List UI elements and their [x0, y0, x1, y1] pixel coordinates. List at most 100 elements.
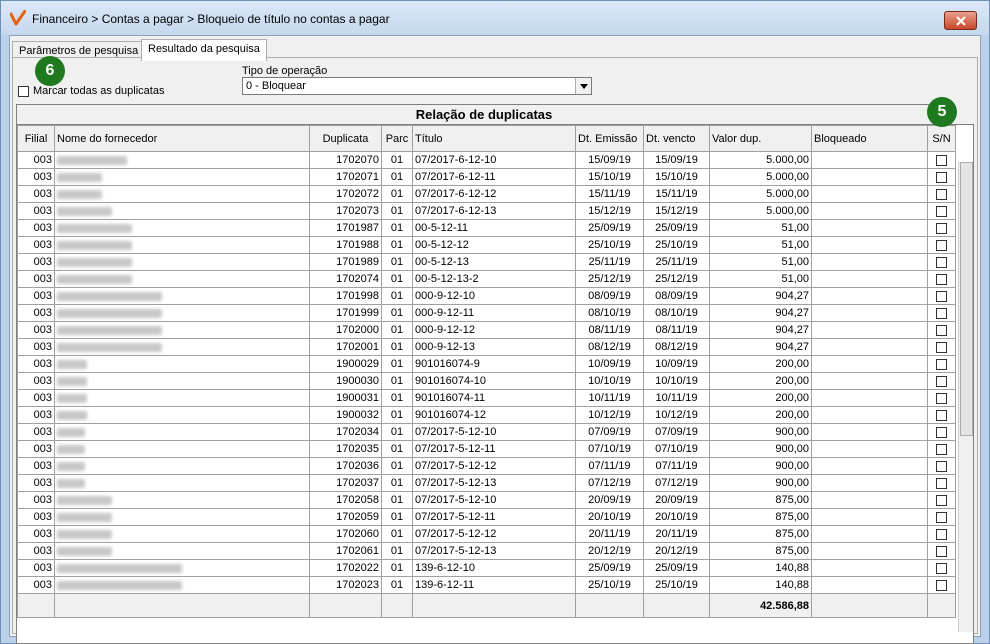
tab-resultado[interactable]: Resultado da pesquisa: [141, 39, 267, 61]
col-parc[interactable]: Parc: [381, 125, 413, 152]
table-row[interactable]: 003 1900032 01 901016074-12 10/12/19 10/12/19…: [17, 406, 956, 424]
col-sn[interactable]: S/N: [927, 125, 956, 152]
row-checkbox[interactable]: [936, 511, 947, 523]
table-row[interactable]: 003 1702061 01 07/2017-5-12-13 20/12/19 20/12…: [17, 542, 956, 560]
row-checkbox[interactable]: [936, 494, 947, 506]
row-checkbox[interactable]: [936, 205, 947, 217]
row-checkbox[interactable]: [936, 171, 947, 183]
row-checkbox[interactable]: [936, 477, 947, 489]
table-row[interactable]: 003 1701999 01 000-9-12-11 08/10/19 08/10/19 9…: [17, 304, 956, 322]
row-checkbox[interactable]: [936, 290, 947, 302]
row-checkbox[interactable]: [936, 545, 947, 557]
table-row[interactable]: 003 1702059 01 07/2017-5-12-11 20/10/19 20/10…: [17, 508, 956, 526]
col-fornecedor[interactable]: Nome do fornecedor: [54, 125, 310, 152]
table-row[interactable]: 003 1702060 01 07/2017-5-12-12 20/11/19 20/11…: [17, 525, 956, 543]
cell-bloqueado: [811, 576, 928, 594]
cell-duplicata: 1702035: [309, 440, 382, 458]
cell-dt-emissao: 10/09/19: [575, 355, 644, 373]
table-row[interactable]: 003 1900031 01 901016074-11 10/11/19 10/11/19…: [17, 389, 956, 407]
table-row[interactable]: 003 1702073 01 07/2017-6-12-13 15/12/19 15/12…: [17, 202, 956, 220]
cell-duplicata: 1900030: [309, 372, 382, 390]
row-checkbox[interactable]: [936, 273, 947, 285]
row-checkbox[interactable]: [936, 358, 947, 370]
cell-fornecedor: [54, 474, 310, 492]
cell-fornecedor: [54, 440, 310, 458]
table-row[interactable]: 003 1702036 01 07/2017-5-12-12 07/11/19 07/11…: [17, 457, 956, 475]
col-dt-vencto[interactable]: Dt. vencto: [643, 125, 710, 152]
table-row[interactable]: 003 1702000 01 000-9-12-12 08/11/19 08/11/19 9…: [17, 321, 956, 339]
vertical-scrollbar[interactable]: [958, 162, 973, 632]
row-checkbox[interactable]: [936, 188, 947, 200]
row-checkbox[interactable]: [936, 562, 947, 574]
col-bloqueado[interactable]: Bloqueado: [811, 125, 928, 152]
row-checkbox[interactable]: [936, 222, 947, 234]
col-valor[interactable]: Valor dup.: [709, 125, 812, 152]
cell-titulo: 07/2017-5-12-12: [412, 457, 576, 475]
cell-valor: 904,27: [709, 287, 812, 305]
cell-titulo: 901016074-9: [412, 355, 576, 373]
table-row[interactable]: 003 1900030 01 901016074-10 10/10/19 10/10/19…: [17, 372, 956, 390]
table-row[interactable]: 003 1900029 01 901016074-9 10/09/19 10/09/19 2…: [17, 355, 956, 373]
row-checkbox[interactable]: [936, 341, 947, 353]
table-row[interactable]: 003 1701998 01 000-9-12-10 08/09/19 08/09/19 9…: [17, 287, 956, 305]
close-button[interactable]: [944, 11, 977, 30]
cell-titulo: 000-9-12-11: [412, 304, 576, 322]
table-row[interactable]: 003 1702022 01 139-6-12-10 25/09/19 25/09/19 1…: [17, 559, 956, 577]
cell-parc: 01: [381, 253, 413, 271]
table-row[interactable]: 003 1701989 01 00-5-12-13 25/11/19 25/11/19 51…: [17, 253, 956, 271]
cell-sn: [927, 151, 956, 169]
title-bar: Financeiro > Contas a pagar > Bloqueio d…: [1, 1, 989, 35]
row-checkbox[interactable]: [936, 460, 947, 472]
table-row[interactable]: 003 1702074 01 00-5-12-13-2 25/12/19 25/12/19…: [17, 270, 956, 288]
row-checkbox[interactable]: [936, 392, 947, 404]
table-row[interactable]: 003 1702035 01 07/2017-5-12-11 07/10/19 07/10…: [17, 440, 956, 458]
row-checkbox[interactable]: [936, 375, 947, 387]
table-row[interactable]: 003 1701988 01 00-5-12-12 25/10/19 25/10/19 51…: [17, 236, 956, 254]
cell-titulo: 07/2017-5-12-12: [412, 525, 576, 543]
row-checkbox[interactable]: [936, 426, 947, 438]
col-duplicata[interactable]: Duplicata: [309, 125, 382, 152]
row-checkbox[interactable]: [936, 443, 947, 455]
cell-sn: [927, 287, 956, 305]
cell-filial: 003: [17, 372, 55, 390]
cell-sn: [927, 304, 956, 322]
table-row[interactable]: 003 1702070 01 07/2017-6-12-10 15/09/19 15/09…: [17, 151, 956, 169]
table-row[interactable]: 003 1701987 01 00-5-12-11 25/09/19 25/09/19 51…: [17, 219, 956, 237]
col-titulo[interactable]: Título: [412, 125, 576, 152]
cell-duplicata: 1702058: [309, 491, 382, 509]
dropdown-button[interactable]: [575, 78, 591, 94]
redacted-supplier-name: [57, 495, 112, 505]
row-checkbox[interactable]: [936, 256, 947, 268]
cell-valor: 875,00: [709, 525, 812, 543]
cell-filial: 003: [17, 474, 55, 492]
table-row[interactable]: 003 1702001 01 000-9-12-13 08/12/19 08/12/19 9…: [17, 338, 956, 356]
table-row[interactable]: 003 1702072 01 07/2017-6-12-12 15/11/19 15/11…: [17, 185, 956, 203]
col-filial[interactable]: Filial: [17, 125, 55, 152]
table-row[interactable]: 003 1702058 01 07/2017-5-12-10 20/09/19 20/09…: [17, 491, 956, 509]
table-row[interactable]: 003 1702034 01 07/2017-5-12-10 07/09/19 07/09…: [17, 423, 956, 441]
cell-valor: 900,00: [709, 457, 812, 475]
cell-fornecedor: [54, 389, 310, 407]
mark-all-box[interactable]: [18, 85, 29, 97]
row-checkbox[interactable]: [936, 409, 947, 421]
row-checkbox[interactable]: [936, 154, 947, 166]
cell-filial: 003: [17, 440, 55, 458]
row-checkbox[interactable]: [936, 579, 947, 591]
scrollbar-thumb[interactable]: [960, 162, 973, 436]
row-checkbox[interactable]: [936, 307, 947, 319]
cell-dt-vencto: 25/10/19: [643, 236, 710, 254]
table-row[interactable]: 003 1702071 01 07/2017-6-12-11 15/10/19 15/10…: [17, 168, 956, 186]
row-checkbox[interactable]: [936, 239, 947, 251]
cell-parc: 01: [381, 372, 413, 390]
cell-titulo: 000-9-12-10: [412, 287, 576, 305]
operation-type-select[interactable]: 0 - Bloquear: [242, 77, 592, 95]
row-checkbox[interactable]: [936, 324, 947, 336]
col-dt-emissao[interactable]: Dt. Emissão: [575, 125, 644, 152]
table-row[interactable]: 003 1702037 01 07/2017-5-12-13 07/12/19 07/12…: [17, 474, 956, 492]
mark-all-checkbox[interactable]: Marcar todas as duplicatas: [18, 85, 164, 97]
cell-fornecedor: [54, 542, 310, 560]
cell-filial: 003: [17, 236, 55, 254]
table-row[interactable]: 003 1702023 01 139-6-12-11 25/10/19 25/10/19 1…: [17, 576, 956, 594]
row-checkbox[interactable]: [936, 528, 947, 540]
cell-fornecedor: [54, 525, 310, 543]
